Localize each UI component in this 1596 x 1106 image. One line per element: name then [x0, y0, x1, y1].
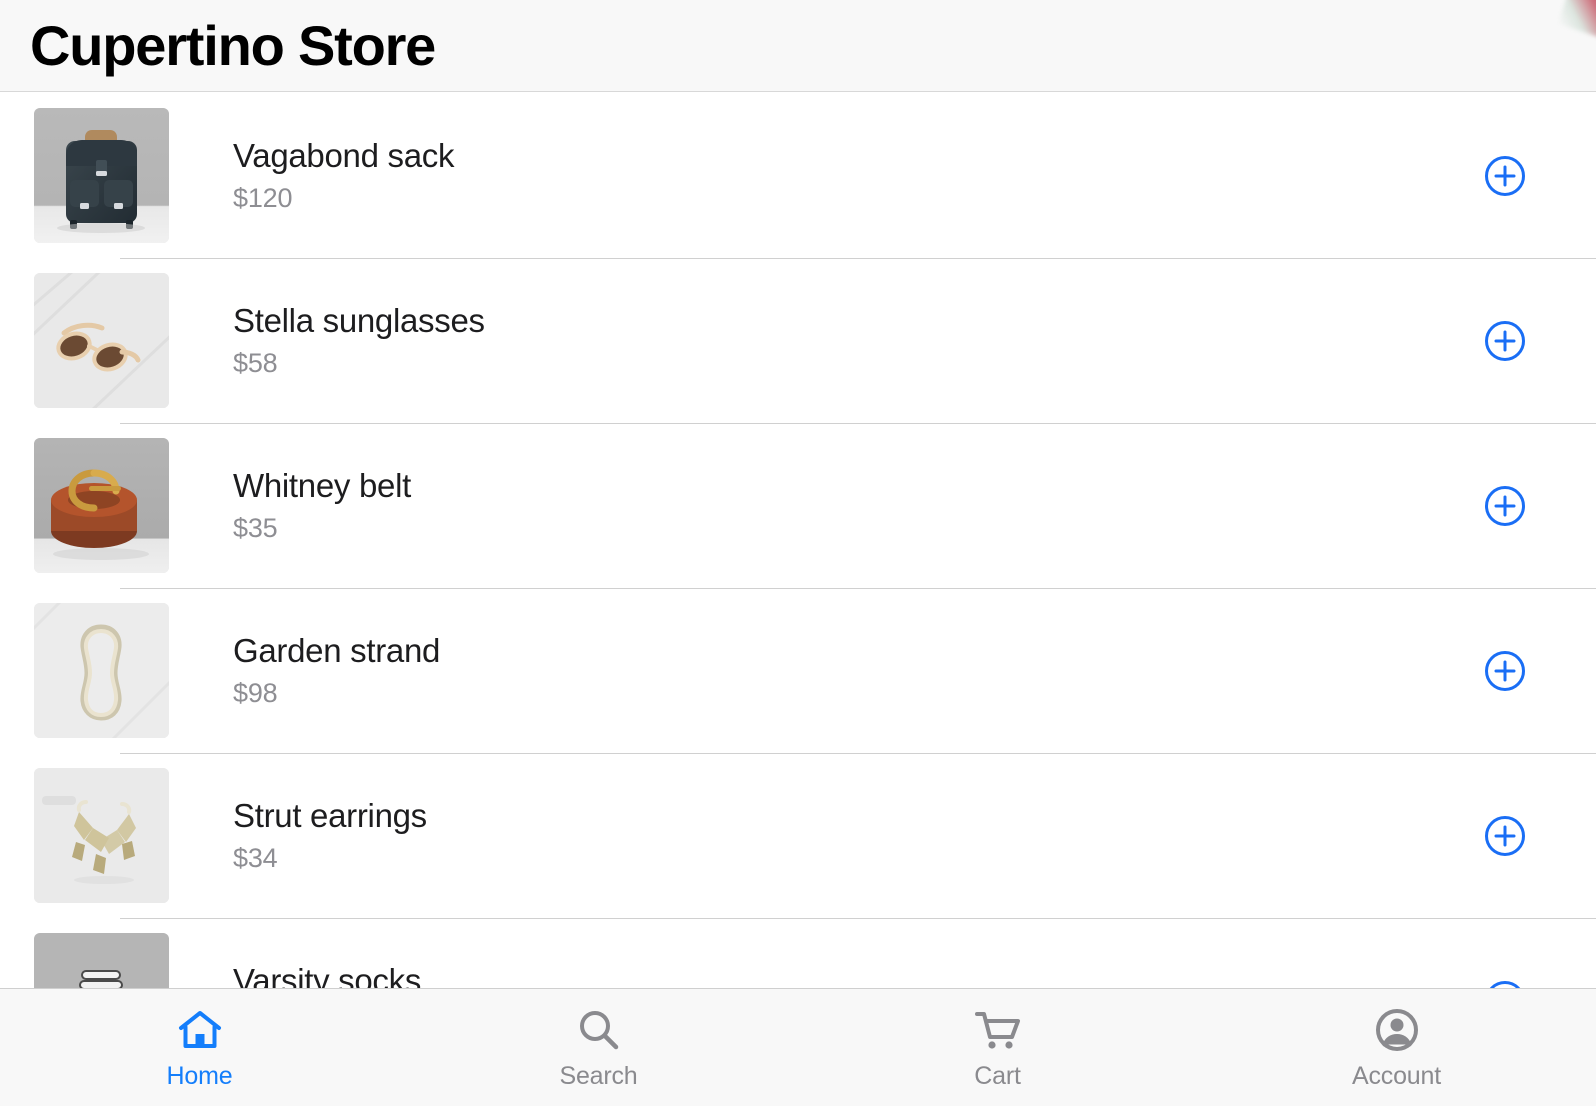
product-row[interactable]: Garden strand $98 — [0, 588, 1596, 753]
product-thumbnail-sunglasses — [34, 273, 169, 408]
plus-circle-icon — [1485, 650, 1525, 691]
account-icon — [1370, 1003, 1424, 1057]
product-info: Whitney belt $35 — [233, 467, 1482, 544]
add-to-cart-button[interactable] — [1482, 978, 1528, 988]
product-thumbnail-earrings — [34, 768, 169, 903]
home-icon — [173, 1003, 227, 1057]
tab-home[interactable]: Home — [0, 989, 399, 1106]
tab-account[interactable]: Account — [1197, 989, 1596, 1106]
product-name: Stella sunglasses — [233, 302, 485, 339]
tab-search[interactable]: Search — [399, 989, 798, 1106]
product-name: Garden strand — [233, 632, 441, 669]
product-price: $120 — [233, 182, 293, 213]
add-to-cart-button[interactable] — [1482, 483, 1528, 529]
product-price: $34 — [233, 842, 278, 873]
product-row[interactable]: Whitney belt $35 — [0, 423, 1596, 588]
product-info: Garden strand $98 — [233, 632, 1482, 709]
store-app-window: Cupertino Store Vagabond sack $120 Stell… — [0, 0, 1596, 1106]
cart-icon — [971, 1003, 1025, 1057]
product-list[interactable]: Vagabond sack $120 Stella sunglasses $58… — [0, 93, 1596, 988]
product-info: Strut earrings $34 — [233, 797, 1482, 874]
product-price: $98 — [233, 677, 278, 708]
product-name: Varsity socks — [233, 962, 422, 988]
tab-account-label: Account — [1352, 1062, 1441, 1090]
plus-circle-icon — [1485, 155, 1525, 196]
app-header: Cupertino Store — [0, 0, 1596, 92]
product-price: $58 — [233, 347, 278, 378]
product-thumbnail-necklace — [34, 603, 169, 738]
plus-circle-icon — [1485, 815, 1525, 856]
product-row[interactable]: Varsity socks $12 — [0, 918, 1596, 988]
product-info: Stella sunglasses $58 — [233, 302, 1482, 379]
add-to-cart-button[interactable] — [1482, 648, 1528, 694]
tab-home-label: Home — [166, 1062, 233, 1090]
product-name: Strut earrings — [233, 797, 427, 834]
add-to-cart-button[interactable] — [1482, 153, 1528, 199]
plus-circle-icon — [1485, 320, 1525, 361]
bottom-tab-bar: Home Search Cart Account — [0, 988, 1596, 1106]
tab-search-label: Search — [559, 1062, 638, 1090]
product-thumbnail-socks — [34, 933, 169, 988]
add-to-cart-button[interactable] — [1482, 318, 1528, 364]
product-price: $35 — [233, 512, 278, 543]
plus-circle-icon — [1485, 485, 1525, 526]
product-info: Vagabond sack $120 — [233, 137, 1482, 214]
tab-cart[interactable]: Cart — [798, 989, 1197, 1106]
product-info: Varsity socks $12 — [233, 962, 1482, 988]
add-to-cart-button[interactable] — [1482, 813, 1528, 859]
product-name: Whitney belt — [233, 467, 411, 504]
page-title: Cupertino Store — [30, 13, 436, 77]
product-row[interactable]: Strut earrings $34 — [0, 753, 1596, 918]
product-thumbnail-belt — [34, 438, 169, 573]
product-row[interactable]: Vagabond sack $120 — [0, 93, 1596, 258]
product-name: Vagabond sack — [233, 137, 455, 174]
product-row[interactable]: Stella sunglasses $58 — [0, 258, 1596, 423]
tab-cart-label: Cart — [974, 1062, 1021, 1090]
product-thumbnail-backpack — [34, 108, 169, 243]
search-icon — [572, 1003, 626, 1057]
plus-circle-icon — [1489, 980, 1521, 988]
